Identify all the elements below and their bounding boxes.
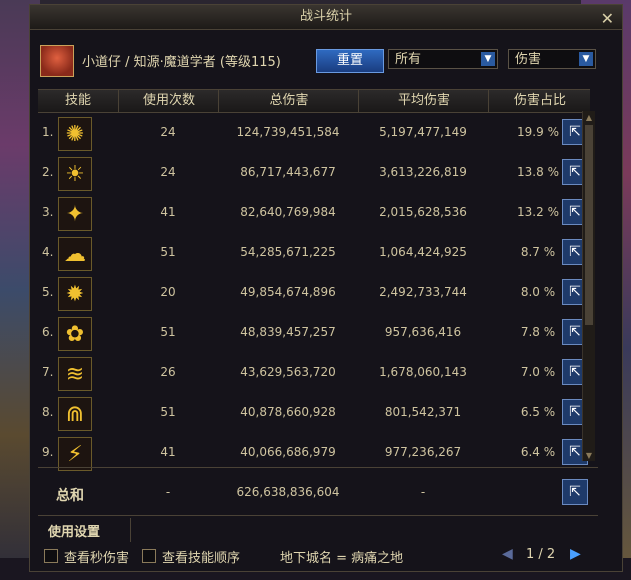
total-damage-cell: 82,640,769,984 bbox=[240, 205, 336, 219]
col-header-pct: 伤害占比 bbox=[488, 90, 591, 112]
total-damage-cell: 49,854,674,896 bbox=[240, 285, 336, 299]
skill-icon: ⚡ bbox=[58, 437, 92, 471]
table-row: 1. ✺ 24 124,739,451,584 5,197,477,149 19… bbox=[38, 113, 590, 153]
avatar bbox=[40, 45, 74, 77]
table-row: 6. ✿ 51 48,839,457,257 957,636,416 7.8 %… bbox=[38, 313, 590, 353]
skill-order-checkbox-label: 查看技能顺序 bbox=[162, 551, 241, 566]
window-titlebar[interactable]: 战斗统计 ✕ bbox=[30, 5, 622, 30]
total-damage: 626,638,836,604 bbox=[236, 485, 340, 499]
col-header-uses: 使用次数 bbox=[118, 90, 219, 112]
uses-cell: 51 bbox=[160, 405, 176, 419]
uses-cell: 20 bbox=[160, 285, 176, 299]
total-damage-cell: 54,285,671,225 bbox=[240, 245, 336, 259]
character-name: 小道仔 / 知源·魔道学者 (等级115) bbox=[82, 55, 281, 70]
footer: 查看秒伤害 查看技能顺序 地下城名 = 病痛之地 ◀ 1 / 2 ▶ bbox=[30, 541, 624, 571]
avg-damage-cell: 801,542,371 bbox=[384, 405, 462, 419]
total-damage-cell: 40,878,660,928 bbox=[240, 405, 336, 419]
metric-select-value: 伤害 bbox=[515, 52, 542, 67]
skill-icon: ☀ bbox=[58, 157, 92, 191]
avg-damage-cell: 1,064,424,925 bbox=[379, 245, 467, 259]
row-index: 9. bbox=[42, 445, 54, 459]
dps-checkbox-label: 查看秒伤害 bbox=[64, 551, 130, 566]
prev-page-icon[interactable]: ◀ bbox=[502, 546, 513, 562]
row-index: 3. bbox=[42, 205, 54, 219]
settings-row: 使用设置 bbox=[38, 515, 598, 542]
total-damage-cell: 86,717,443,677 bbox=[240, 165, 336, 179]
col-header-avg: 平均伤害 bbox=[358, 90, 489, 112]
row-index: 8. bbox=[42, 405, 54, 419]
col-header-skill: 技能 bbox=[64, 93, 91, 108]
avg-damage-cell: 2,492,733,744 bbox=[379, 285, 467, 299]
skill-icon: ✹ bbox=[58, 277, 92, 311]
filter-select-value: 所有 bbox=[395, 52, 422, 67]
avg-damage-cell: 2,015,628,536 bbox=[379, 205, 467, 219]
divider bbox=[38, 467, 598, 468]
total-avg: - bbox=[420, 485, 426, 499]
skill-icon: ✺ bbox=[58, 117, 92, 151]
table-row: 8. ⋒ 51 40,878,660,928 801,542,371 6.5 %… bbox=[38, 393, 590, 433]
uses-cell: 51 bbox=[160, 245, 176, 259]
total-uses: - bbox=[165, 485, 171, 499]
skill-icon: ☁ bbox=[58, 237, 92, 271]
window-title: 战斗统计 bbox=[299, 9, 352, 24]
row-index: 2. bbox=[42, 165, 54, 179]
header-row: 小道仔 / 知源·魔道学者 (等级115) 重置 所有 ▼ 伤害 ▼ bbox=[38, 43, 616, 77]
dropdown-arrow-icon: ▼ bbox=[579, 52, 593, 66]
table-row: 7. ≋ 26 43,629,563,720 1,678,060,143 7.0… bbox=[38, 353, 590, 393]
skill-icon: ✿ bbox=[58, 317, 92, 351]
uses-cell: 26 bbox=[160, 365, 176, 379]
col-header-total: 总伤害 bbox=[218, 90, 359, 112]
uses-cell: 24 bbox=[160, 165, 176, 179]
scroll-down-icon[interactable]: ▼ bbox=[585, 451, 593, 460]
uses-cell: 24 bbox=[160, 125, 176, 139]
metric-select[interactable]: 伤害 ▼ bbox=[508, 49, 596, 69]
settings-label: 使用设置 bbox=[48, 525, 101, 540]
battle-stats-window: 战斗统计 ✕ 小道仔 / 知源·魔道学者 (等级115) 重置 所有 ▼ 伤害 … bbox=[29, 4, 623, 572]
avg-damage-cell: 3,613,226,819 bbox=[379, 165, 467, 179]
scrollbar[interactable]: ▲ ▼ bbox=[582, 111, 595, 461]
skill-icon: ✦ bbox=[58, 197, 92, 231]
avg-damage-cell: 5,197,477,149 bbox=[379, 125, 467, 139]
table-row: 5. ✹ 20 49,854,674,896 2,492,733,744 8.0… bbox=[38, 273, 590, 313]
divider bbox=[130, 518, 131, 542]
share-icon[interactable]: ⇱ bbox=[562, 479, 588, 505]
avg-damage-cell: 1,678,060,143 bbox=[379, 365, 467, 379]
close-icon[interactable]: ✕ bbox=[601, 7, 614, 31]
total-row: 总和 - 626,638,836,604 - ⇱ bbox=[38, 473, 590, 513]
uses-cell: 41 bbox=[160, 205, 176, 219]
skill-icon: ⋒ bbox=[58, 397, 92, 431]
table-row: 4. ☁ 51 54,285,671,225 1,064,424,925 8.7… bbox=[38, 233, 590, 273]
total-damage-cell: 124,739,451,584 bbox=[236, 125, 340, 139]
dropdown-arrow-icon: ▼ bbox=[481, 52, 495, 66]
total-damage-cell: 40,066,686,979 bbox=[240, 445, 336, 459]
scroll-up-icon[interactable]: ▲ bbox=[585, 113, 593, 122]
avg-damage-cell: 977,236,267 bbox=[384, 445, 462, 459]
skill-order-checkbox[interactable] bbox=[142, 549, 156, 563]
dps-checkbox[interactable] bbox=[44, 549, 58, 563]
filter-select[interactable]: 所有 ▼ bbox=[388, 49, 498, 69]
row-index: 6. bbox=[42, 325, 54, 339]
next-page-icon[interactable]: ▶ bbox=[570, 546, 581, 562]
total-label: 总和 bbox=[56, 488, 84, 504]
dungeon-name: 地下城名 = 病痛之地 bbox=[280, 551, 404, 566]
table-row: 2. ☀ 24 86,717,443,677 3,613,226,819 13.… bbox=[38, 153, 590, 193]
total-damage-cell: 48,839,457,257 bbox=[240, 325, 336, 339]
page-indicator: 1 / 2 bbox=[526, 547, 556, 562]
uses-cell: 51 bbox=[160, 325, 176, 339]
row-index: 1. bbox=[42, 125, 54, 139]
table-header: 技能 使用次数 总伤害 平均伤害 伤害占比 bbox=[38, 89, 590, 113]
uses-cell: 41 bbox=[160, 445, 176, 459]
reset-button[interactable]: 重置 bbox=[316, 49, 384, 73]
row-index: 5. bbox=[42, 285, 54, 299]
scroll-thumb[interactable] bbox=[585, 125, 593, 325]
skill-icon: ≋ bbox=[58, 357, 92, 391]
table-row: 3. ✦ 41 82,640,769,984 2,015,628,536 13.… bbox=[38, 193, 590, 233]
total-damage-cell: 43,629,563,720 bbox=[240, 365, 336, 379]
row-index: 7. bbox=[42, 365, 54, 379]
row-index: 4. bbox=[42, 245, 54, 259]
avg-damage-cell: 957,636,416 bbox=[384, 325, 462, 339]
